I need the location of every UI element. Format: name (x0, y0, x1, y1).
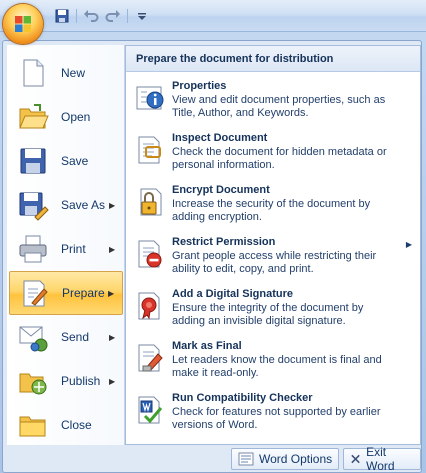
send-icon (19, 326, 48, 352)
submenu-item-title: Properties (172, 80, 227, 92)
digital-signature-icon (138, 292, 160, 320)
submenu-item-add-digital-signature[interactable]: Add a Digital Signature Ensure the integ… (126, 282, 420, 334)
prepare-icon (23, 280, 48, 307)
menu-item-label: Save As (61, 198, 106, 212)
menu-item-save-as[interactable]: Save As ▶ (9, 183, 123, 227)
menu-item-send[interactable]: Send ▶ (9, 315, 123, 359)
toolbar-separator (76, 9, 77, 23)
office-logo-icon (15, 16, 31, 32)
submenu-item-description: View and edit document properties, such … (172, 94, 386, 119)
prepare-submenu: Prepare the document for distribution Pr… (125, 45, 421, 445)
toolbar-separator (127, 9, 128, 23)
menu-item-label: Send (61, 330, 90, 344)
word-options-icon (238, 452, 254, 466)
redo-icon[interactable] (105, 8, 121, 24)
exit-word-button[interactable]: Exit Word (343, 445, 421, 473)
submenu-item-description: Let readers know the document is final a… (172, 354, 382, 379)
menu-bottom-bar: Word Options Exit Word (3, 444, 421, 473)
submenu-item-description: Check for features not supported by earl… (172, 406, 381, 431)
restrict-permission-icon (138, 240, 162, 268)
properties-icon (136, 86, 164, 110)
publish-icon (19, 373, 47, 395)
submenu-item-title: Restrict Permission (172, 236, 276, 248)
menu-item-publish[interactable]: Publish ▶ (9, 359, 123, 403)
menu-item-label: Close (61, 418, 92, 432)
open-folder-icon (19, 104, 49, 129)
menu-item-label: Print (61, 242, 86, 256)
left-menu-column: New Open Save Save As ▶ Print ▶ Prepare … (7, 45, 125, 445)
new-document-icon (23, 59, 44, 87)
undo-icon[interactable] (83, 8, 99, 24)
submenu-item-mark-as-final[interactable]: Mark as Final Let readers know the docum… (126, 334, 420, 386)
submenu-item-description: Increase the security of the document by… (172, 198, 371, 223)
close-icon (351, 454, 360, 464)
submenu-arrow-icon: ▶ (109, 376, 116, 386)
close-folder-icon (19, 416, 46, 437)
office-menu: New Open Save Save As ▶ Print ▶ Prepare … (2, 40, 422, 473)
submenu-arrow-icon: ▶ (108, 288, 115, 298)
submenu-item-title: Inspect Document (172, 132, 268, 144)
menu-item-label: Publish (61, 374, 101, 388)
office-button[interactable] (3, 4, 43, 44)
submenu-item-title: Mark as Final (172, 340, 242, 352)
submenu-item-description: Ensure the integrity of the document by … (172, 302, 364, 327)
save-disk-icon (20, 148, 46, 174)
submenu-item-title: Run Compatibility Checker (172, 392, 313, 404)
customize-icon[interactable] (134, 8, 150, 24)
menu-item-print[interactable]: Print ▶ (9, 227, 123, 271)
menu-item-label: Prepare (62, 286, 105, 300)
mark-final-icon (138, 344, 163, 372)
submenu-arrow-icon: ▶ (109, 200, 116, 210)
word-options-label: Word Options (259, 452, 333, 466)
submenu-arrow-icon: ▶ (109, 332, 116, 342)
submenu-item-title: Add a Digital Signature (172, 288, 294, 300)
submenu-arrow-icon: ▶ (109, 244, 116, 254)
submenu-item-properties[interactable]: Properties View and edit document proper… (126, 74, 420, 126)
encrypt-keys-icon (140, 188, 162, 216)
inspect-document-icon (138, 136, 161, 164)
menu-item-label: New (61, 66, 86, 80)
quick-access-toolbar (54, 6, 150, 26)
exit-word-label: Exit Word (366, 445, 395, 473)
submenu-item-restrict-permission[interactable]: Restrict Permission Grant people access … (126, 230, 420, 282)
save-icon[interactable] (54, 8, 70, 24)
submenu-header: Prepare the document for distribution (126, 46, 420, 72)
submenu-item-title: Encrypt Document (172, 184, 270, 196)
printer-icon (19, 235, 47, 263)
compatibility-checker-icon (138, 396, 163, 424)
submenu-item-description: Grant people access while restricting th… (172, 250, 377, 275)
save-as-icon (19, 192, 49, 221)
menu-item-label: Save (61, 154, 89, 168)
menu-item-open[interactable]: Open (9, 95, 123, 139)
menu-item-label: Open (61, 110, 91, 124)
title-bar (0, 0, 426, 32)
submenu-item-encrypt-document[interactable]: Encrypt Document Increase the security o… (126, 178, 420, 230)
submenu-arrow-icon: ▶ (405, 240, 412, 249)
submenu-item-run-compatibility-checker[interactable]: Run Compatibility Checker Check for feat… (126, 386, 420, 438)
menu-item-close[interactable]: Close (9, 403, 123, 447)
menu-item-prepare[interactable]: Prepare ▶ (9, 271, 123, 315)
submenu-item-inspect-document[interactable]: Inspect Document Check the document for … (126, 126, 420, 178)
menu-item-new[interactable]: New (9, 51, 123, 95)
submenu-item-description: Check the document for hidden metadata o… (172, 146, 387, 171)
word-options-button[interactable]: Word Options (231, 448, 340, 470)
menu-item-save[interactable]: Save (9, 139, 123, 183)
